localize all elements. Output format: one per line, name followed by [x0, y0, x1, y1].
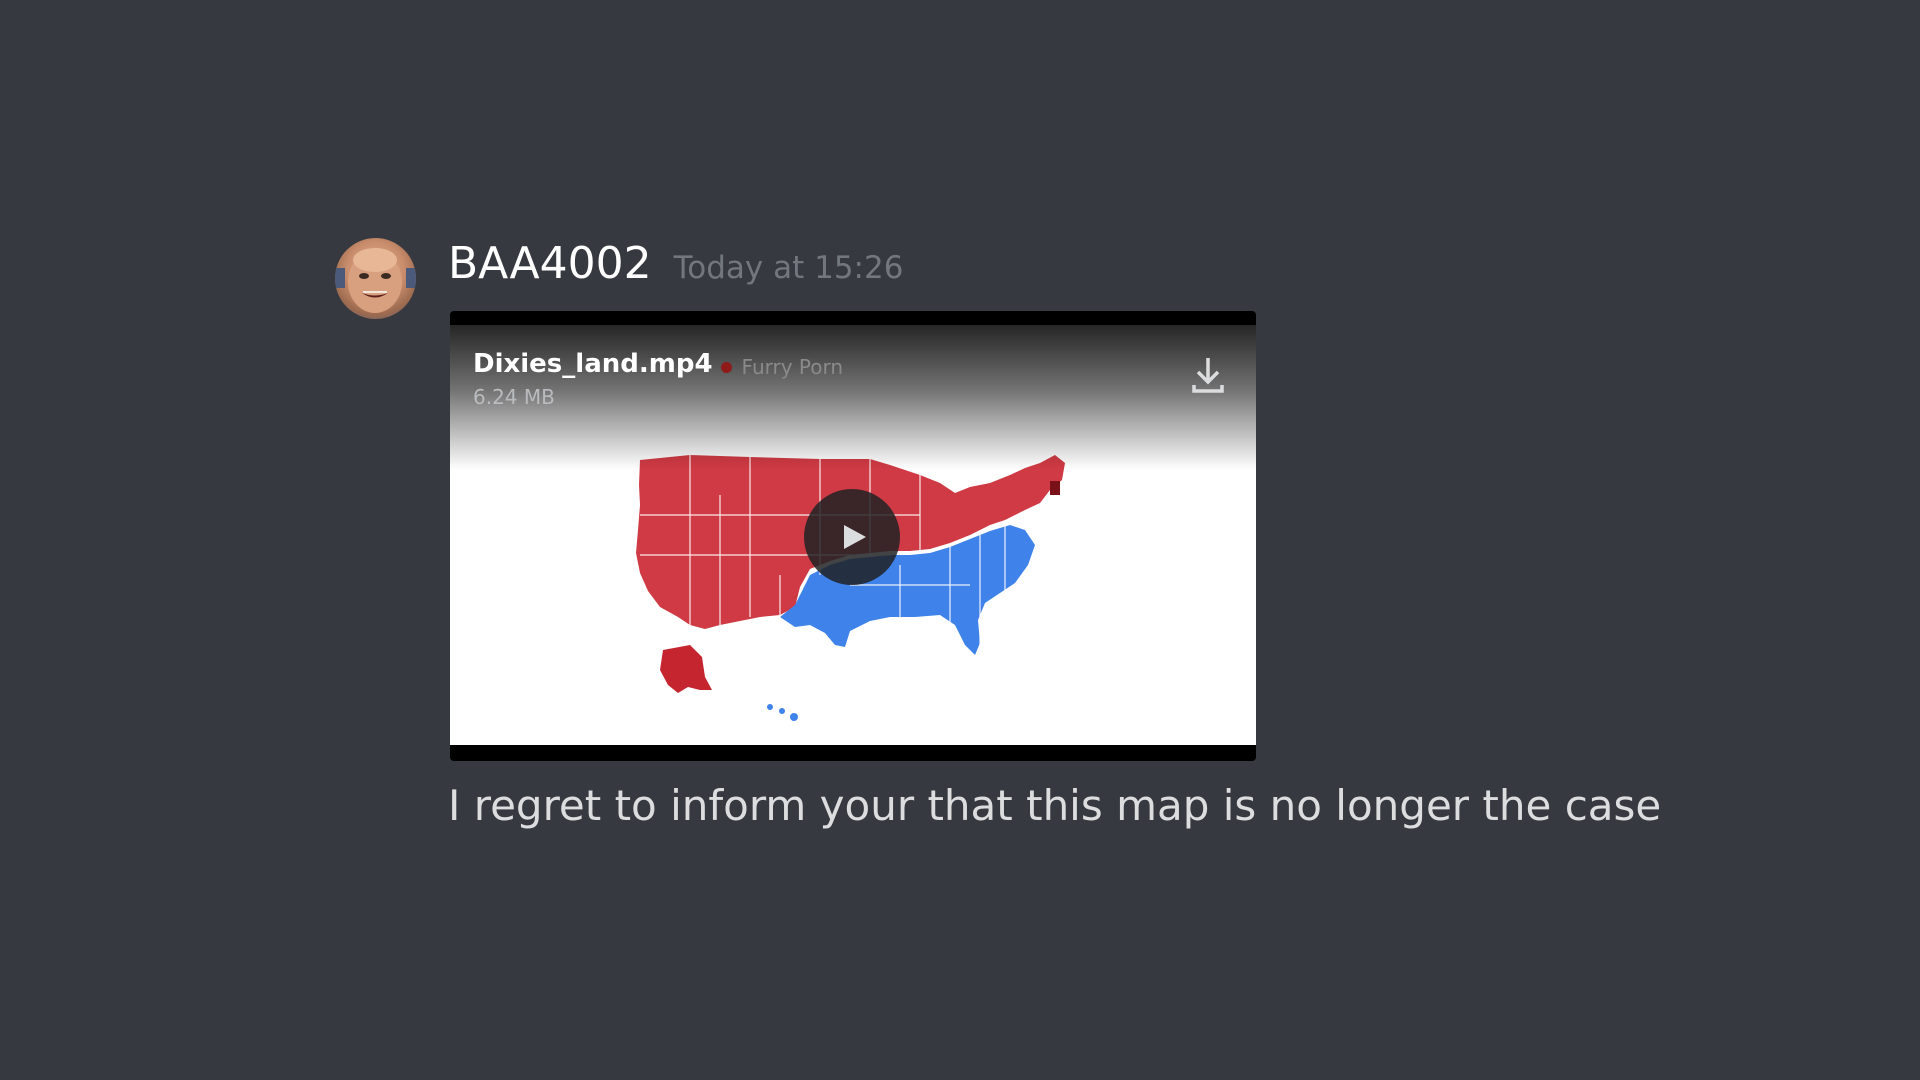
tag-dot-icon: [720, 361, 732, 373]
video-attachment[interactable]: Dixies_land.mp4 Furry Porn 6.24 MB: [450, 311, 1256, 761]
timestamp: Today at 15:26: [673, 250, 904, 286]
play-icon: [844, 525, 866, 549]
user-avatar-icon: [335, 248, 416, 313]
filename-row: Dixies_land.mp4 Furry Porn: [473, 349, 843, 379]
play-button[interactable]: [804, 489, 900, 585]
file-metadata: Dixies_land.mp4 Furry Porn 6.24 MB: [473, 349, 843, 409]
tag-label: Furry Porn: [741, 355, 844, 379]
message-content: I regret to inform your that this map is…: [448, 781, 1662, 830]
download-icon: [1192, 358, 1224, 393]
chat-message: BAA4002 Today at 15:26 Dixies_land.mp4 F…: [335, 238, 1835, 838]
download-button[interactable]: [1190, 355, 1226, 395]
video-thumbnail[interactable]: Dixies_land.mp4 Furry Porn 6.24 MB: [450, 325, 1256, 745]
file-size: 6.24 MB: [473, 385, 555, 409]
user-avatar[interactable]: [335, 238, 416, 319]
filename[interactable]: Dixies_land.mp4: [473, 349, 713, 379]
message-header: BAA4002 Today at 15:26: [448, 238, 903, 298]
username[interactable]: BAA4002: [448, 238, 652, 289]
